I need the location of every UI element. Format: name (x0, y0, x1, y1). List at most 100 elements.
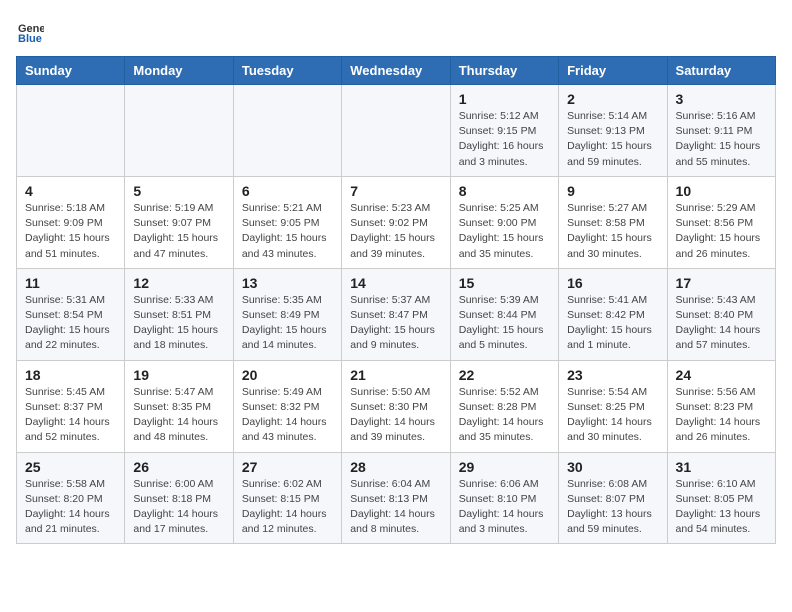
day-number: 27 (242, 459, 333, 475)
header-saturday: Saturday (667, 57, 775, 85)
day-info: Sunrise: 5:43 AM Sunset: 8:40 PM Dayligh… (676, 293, 767, 354)
day-number: 5 (133, 183, 224, 199)
header-friday: Friday (559, 57, 667, 85)
day-number: 1 (459, 91, 550, 107)
day-info: Sunrise: 5:23 AM Sunset: 9:02 PM Dayligh… (350, 201, 441, 262)
day-info: Sunrise: 6:10 AM Sunset: 8:05 PM Dayligh… (676, 477, 767, 538)
day-number: 15 (459, 275, 550, 291)
day-number: 18 (25, 367, 116, 383)
calendar-table: SundayMondayTuesdayWednesdayThursdayFrid… (16, 56, 776, 544)
calendar-cell: 14 Sunrise: 5:37 AM Sunset: 8:47 PM Dayli… (342, 268, 450, 360)
day-info: Sunrise: 5:31 AM Sunset: 8:54 PM Dayligh… (25, 293, 116, 354)
calendar-cell: 28Sunrise: 6:04 AM Sunset: 8:13 PM Dayli… (342, 452, 450, 544)
day-number: 12 (133, 275, 224, 291)
calendar-cell: 8 Sunrise: 5:25 AM Sunset: 9:00 PM Daylig… (450, 176, 558, 268)
day-number: 20 (242, 367, 333, 383)
day-info: Sunrise: 5:19 AM Sunset: 9:07 PM Dayligh… (133, 201, 224, 262)
logo: General Blue (16, 16, 48, 44)
calendar-cell: 18 Sunrise: 5:45 AM Sunset: 8:37 PM Dayli… (17, 360, 125, 452)
calendar-header-row: SundayMondayTuesdayWednesdayThursdayFrid… (17, 57, 776, 85)
day-info: Sunrise: 6:02 AM Sunset: 8:15 PM Dayligh… (242, 477, 333, 538)
calendar-cell: 19Sunrise: 5:47 AM Sunset: 8:35 PM Dayli… (125, 360, 233, 452)
calendar-cell: 12 Sunrise: 5:33 AM Sunset: 8:51 PM Dayli… (125, 268, 233, 360)
day-number: 2 (567, 91, 658, 107)
day-number: 21 (350, 367, 441, 383)
day-info: Sunrise: 5:29 AM Sunset: 8:56 PM Dayligh… (676, 201, 767, 262)
calendar-cell (233, 85, 341, 177)
day-info: Sunrise: 5:39 AM Sunset: 8:44 PM Dayligh… (459, 293, 550, 354)
day-number: 7 (350, 183, 441, 199)
day-number: 4 (25, 183, 116, 199)
day-number: 29 (459, 459, 550, 475)
day-number: 8 (459, 183, 550, 199)
calendar-cell: 15 Sunrise: 5:39 AM Sunset: 8:44 PM Dayli… (450, 268, 558, 360)
header-monday: Monday (125, 57, 233, 85)
calendar-cell: 2 Sunrise: 5:14 AM Sunset: 9:13 PM Daylig… (559, 85, 667, 177)
day-number: 17 (676, 275, 767, 291)
day-info: Sunrise: 5:35 AM Sunset: 8:49 PM Dayligh… (242, 293, 333, 354)
day-number: 3 (676, 91, 767, 107)
day-number: 6 (242, 183, 333, 199)
week-row-3: 11 Sunrise: 5:31 AM Sunset: 8:54 PM Dayli… (17, 268, 776, 360)
day-number: 31 (676, 459, 767, 475)
day-info: Sunrise: 5:25 AM Sunset: 9:00 PM Dayligh… (459, 201, 550, 262)
calendar-cell (17, 85, 125, 177)
week-row-1: 1 Sunrise: 5:12 AM Sunset: 9:15 PM Daylig… (17, 85, 776, 177)
day-number: 22 (459, 367, 550, 383)
day-number: 10 (676, 183, 767, 199)
day-info: Sunrise: 5:52 AM Sunset: 8:28 PM Dayligh… (459, 385, 550, 446)
day-number: 9 (567, 183, 658, 199)
day-number: 11 (25, 275, 116, 291)
day-info: Sunrise: 5:50 AM Sunset: 8:30 PM Dayligh… (350, 385, 441, 446)
day-info: Sunrise: 5:37 AM Sunset: 8:47 PM Dayligh… (350, 293, 441, 354)
calendar-cell (125, 85, 233, 177)
day-info: Sunrise: 5:16 AM Sunset: 9:11 PM Dayligh… (676, 109, 767, 170)
svg-text:Blue: Blue (18, 33, 42, 44)
day-info: Sunrise: 5:33 AM Sunset: 8:51 PM Dayligh… (133, 293, 224, 354)
calendar-cell: 26Sunrise: 6:00 AM Sunset: 8:18 PM Dayli… (125, 452, 233, 544)
calendar-cell: 6 Sunrise: 5:21 AM Sunset: 9:05 PM Daylig… (233, 176, 341, 268)
calendar-cell: 29 Sunrise: 6:06 AM Sunset: 8:10 PM Dayli… (450, 452, 558, 544)
header-wednesday: Wednesday (342, 57, 450, 85)
calendar-cell (342, 85, 450, 177)
day-info: Sunrise: 5:49 AM Sunset: 8:32 PM Dayligh… (242, 385, 333, 446)
header-tuesday: Tuesday (233, 57, 341, 85)
header: General Blue (16, 16, 776, 44)
week-row-5: 25Sunrise: 5:58 AM Sunset: 8:20 PM Dayli… (17, 452, 776, 544)
day-info: Sunrise: 5:41 AM Sunset: 8:42 PM Dayligh… (567, 293, 658, 354)
day-info: Sunrise: 5:18 AM Sunset: 9:09 PM Dayligh… (25, 201, 116, 262)
calendar-cell: 24Sunrise: 5:56 AM Sunset: 8:23 PM Dayli… (667, 360, 775, 452)
header-sunday: Sunday (17, 57, 125, 85)
day-info: Sunrise: 5:27 AM Sunset: 8:58 PM Dayligh… (567, 201, 658, 262)
calendar-cell: 30 Sunrise: 6:08 AM Sunset: 8:07 PM Dayli… (559, 452, 667, 544)
calendar-cell: 17 Sunrise: 5:43 AM Sunset: 8:40 PM Dayli… (667, 268, 775, 360)
day-number: 25 (25, 459, 116, 475)
day-info: Sunrise: 6:08 AM Sunset: 8:07 PM Dayligh… (567, 477, 658, 538)
day-info: Sunrise: 6:06 AM Sunset: 8:10 PM Dayligh… (459, 477, 550, 538)
logo-icon: General Blue (16, 16, 44, 44)
calendar-cell: 9 Sunrise: 5:27 AM Sunset: 8:58 PM Daylig… (559, 176, 667, 268)
day-info: Sunrise: 5:45 AM Sunset: 8:37 PM Dayligh… (25, 385, 116, 446)
day-info: Sunrise: 5:12 AM Sunset: 9:15 PM Dayligh… (459, 109, 550, 170)
calendar-cell: 3 Sunrise: 5:16 AM Sunset: 9:11 PM Daylig… (667, 85, 775, 177)
day-number: 13 (242, 275, 333, 291)
day-info: Sunrise: 5:14 AM Sunset: 9:13 PM Dayligh… (567, 109, 658, 170)
week-row-4: 18 Sunrise: 5:45 AM Sunset: 8:37 PM Dayli… (17, 360, 776, 452)
day-info: Sunrise: 5:47 AM Sunset: 8:35 PM Dayligh… (133, 385, 224, 446)
day-number: 23 (567, 367, 658, 383)
day-number: 14 (350, 275, 441, 291)
day-info: Sunrise: 5:21 AM Sunset: 9:05 PM Dayligh… (242, 201, 333, 262)
calendar-cell: 25Sunrise: 5:58 AM Sunset: 8:20 PM Dayli… (17, 452, 125, 544)
day-info: Sunrise: 5:56 AM Sunset: 8:23 PM Dayligh… (676, 385, 767, 446)
calendar-cell: 5 Sunrise: 5:19 AM Sunset: 9:07 PM Daylig… (125, 176, 233, 268)
day-number: 26 (133, 459, 224, 475)
day-number: 30 (567, 459, 658, 475)
calendar-cell: 13 Sunrise: 5:35 AM Sunset: 8:49 PM Dayli… (233, 268, 341, 360)
week-row-2: 4 Sunrise: 5:18 AM Sunset: 9:09 PM Daylig… (17, 176, 776, 268)
day-number: 28 (350, 459, 441, 475)
calendar-cell: 22 Sunrise: 5:52 AM Sunset: 8:28 PM Dayli… (450, 360, 558, 452)
calendar-cell: 16Sunrise: 5:41 AM Sunset: 8:42 PM Dayli… (559, 268, 667, 360)
calendar-cell: 10 Sunrise: 5:29 AM Sunset: 8:56 PM Dayli… (667, 176, 775, 268)
calendar-cell: 1 Sunrise: 5:12 AM Sunset: 9:15 PM Daylig… (450, 85, 558, 177)
calendar-cell: 4 Sunrise: 5:18 AM Sunset: 9:09 PM Daylig… (17, 176, 125, 268)
